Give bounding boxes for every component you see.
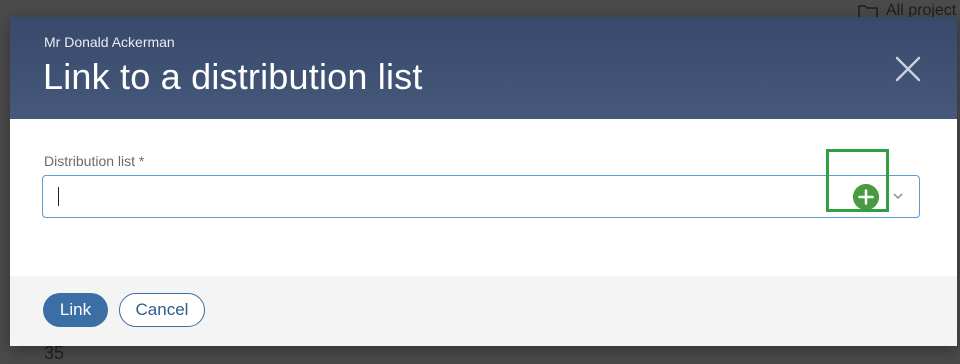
distribution-list-input[interactable]	[55, 176, 819, 218]
distribution-list-label: Distribution list *	[44, 153, 145, 169]
text-caret	[58, 187, 59, 206]
dialog-title: Link to a distribution list	[43, 56, 423, 97]
distribution-list-field[interactable]	[42, 175, 920, 218]
plus-circle-icon[interactable]	[853, 184, 879, 210]
cancel-button[interactable]: Cancel	[119, 293, 205, 327]
dialog-body: Distribution list *	[10, 119, 957, 276]
chevron-down-icon[interactable]	[891, 189, 905, 203]
dialog-footer: Link Cancel	[10, 276, 957, 346]
dialog-subtitle: Mr Donald Ackerman	[44, 34, 175, 50]
link-button[interactable]: Link	[43, 293, 108, 327]
background-row-number: 35	[44, 343, 65, 363]
link-distribution-list-dialog: Mr Donald Ackerman Link to a distributio…	[10, 17, 957, 346]
close-icon[interactable]	[892, 53, 924, 85]
dialog-header: Mr Donald Ackerman Link to a distributio…	[10, 17, 957, 119]
